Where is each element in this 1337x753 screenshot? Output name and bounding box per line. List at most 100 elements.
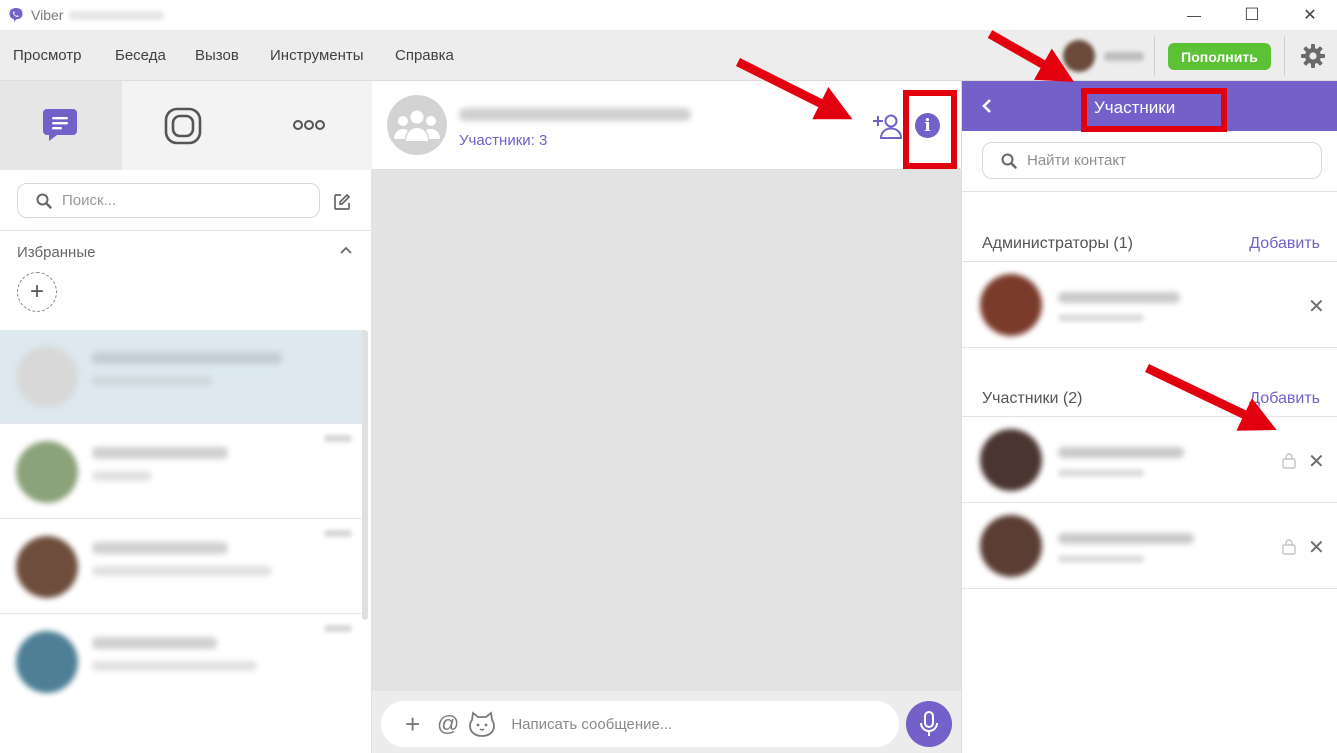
add-participant-icon[interactable] [871, 112, 903, 140]
favorites-label: Избранные [17, 244, 96, 261]
minimize-icon: — [1187, 7, 1201, 23]
maximize-button[interactable]: ☐ [1222, 0, 1282, 30]
sticker-icon[interactable] [469, 711, 496, 737]
gear-icon[interactable] [1299, 42, 1327, 70]
chat-list-item[interactable] [0, 615, 366, 709]
tab-chats[interactable] [0, 81, 122, 170]
chat-avatar [16, 631, 78, 693]
member-name-blurred [1058, 533, 1194, 544]
more-dots-icon [293, 120, 325, 130]
remove-member-icon[interactable]: ✕ [1308, 535, 1325, 560]
member-avatar [980, 429, 1042, 491]
chat-name-blurred [92, 447, 228, 459]
group-icon [394, 110, 440, 141]
divider [962, 191, 1337, 192]
account-name-blurred [1104, 52, 1144, 61]
group-avatar[interactable] [387, 95, 447, 155]
minimize-button[interactable]: — [1164, 0, 1224, 30]
public-accounts-icon [164, 107, 202, 145]
member-name-blurred [1058, 447, 1184, 458]
app-title: Viber [31, 7, 64, 23]
chat-name-blurred [92, 637, 217, 649]
menu-divider [1284, 36, 1285, 76]
left-tabs [0, 81, 372, 170]
admins-section-title: Администраторы (1) [982, 235, 1133, 252]
topup-button[interactable]: Пополнить [1168, 43, 1271, 70]
participants-panel: Участники Найти контакт Администраторы (… [961, 81, 1337, 753]
chat-list-item[interactable] [0, 330, 366, 424]
search-icon [36, 193, 52, 209]
menu-divider [1154, 36, 1155, 76]
member-name-blurred [1058, 292, 1180, 303]
remove-member-icon[interactable]: ✕ [1308, 449, 1325, 474]
menu-view[interactable]: Просмотр [13, 47, 82, 64]
member-row[interactable]: ✕ [962, 503, 1337, 589]
mention-icon[interactable]: @ [437, 711, 459, 737]
chat-preview-blurred [92, 661, 257, 671]
left-panel: Поиск... Избранные + [0, 81, 372, 753]
close-icon: ✕ [1303, 7, 1317, 24]
chat-avatar [16, 441, 78, 503]
message-compose-bar: + @ Написать сообщение... [372, 691, 961, 753]
lock-icon[interactable] [1282, 538, 1296, 555]
conversation-panel: Участники: 3 i + @ Написать сообщение... [372, 81, 961, 753]
chat-avatar [16, 346, 78, 408]
menu-conversation[interactable]: Беседа [115, 47, 166, 64]
compose-icon[interactable] [333, 193, 351, 211]
menu-help[interactable]: Справка [395, 47, 454, 64]
microphone-icon [920, 711, 938, 736]
chat-list-item[interactable] [0, 520, 366, 614]
chat-bubble-icon [43, 109, 77, 141]
conversation-header: Участники: 3 i [372, 81, 961, 170]
chat-name-blurred [92, 542, 228, 554]
find-contact-placeholder: Найти контакт [1027, 152, 1126, 169]
chat-preview-blurred [92, 376, 212, 386]
member-status-blurred [1058, 555, 1144, 563]
chat-time-blurred [324, 530, 352, 537]
search-placeholder: Поиск... [62, 192, 117, 209]
voice-message-button[interactable] [906, 701, 952, 747]
lock-icon[interactable] [1282, 452, 1296, 469]
title-bar: Viber — ☐ ✕ [0, 0, 1337, 30]
member-status-blurred [1058, 314, 1144, 322]
search-icon [1001, 153, 1017, 169]
message-placeholder: Написать сообщение... [511, 715, 673, 733]
account-avatar[interactable] [1063, 40, 1095, 72]
add-favorite-button[interactable]: + [17, 272, 57, 312]
chat-list-item[interactable] [0, 425, 366, 519]
chat-preview-blurred [92, 566, 272, 576]
maximize-icon: ☐ [1244, 5, 1260, 24]
chat-list-scrollbar[interactable] [362, 330, 368, 620]
members-section-title: Участники (2) [982, 390, 1083, 407]
chat-name-blurred [92, 352, 282, 364]
viber-window: Viber — ☐ ✕ Просмотр Беседа Вызов Инстру… [0, 0, 1337, 753]
viber-logo-icon [9, 8, 23, 22]
member-avatar [980, 274, 1042, 336]
add-admin-link[interactable]: Добавить [1249, 235, 1320, 253]
member-row[interactable]: ✕ [962, 417, 1337, 503]
chat-search-input[interactable]: Поиск... [17, 183, 320, 218]
participants-count[interactable]: Участники: 3 [459, 132, 547, 149]
chat-avatar [16, 536, 78, 598]
back-arrow-icon[interactable] [978, 95, 996, 117]
admin-member-row[interactable]: ✕ [962, 262, 1337, 348]
add-member-link[interactable]: Добавить [1249, 390, 1320, 408]
chat-preview-blurred [92, 471, 152, 481]
menu-tools[interactable]: Инструменты [270, 47, 364, 64]
highlight-box [1081, 88, 1227, 132]
message-input[interactable]: + @ Написать сообщение... [381, 701, 899, 747]
member-status-blurred [1058, 469, 1144, 477]
window-title-blurred [69, 10, 165, 20]
find-contact-input[interactable]: Найти контакт [982, 142, 1322, 179]
tab-more[interactable] [246, 81, 372, 170]
remove-member-icon[interactable]: ✕ [1308, 294, 1325, 319]
plus-icon[interactable]: + [405, 709, 427, 740]
member-avatar [980, 515, 1042, 577]
close-window-button[interactable]: ✕ [1280, 0, 1337, 30]
group-title-blurred [459, 108, 691, 121]
tab-public[interactable] [122, 81, 246, 170]
divider [0, 230, 372, 231]
chevron-up-icon[interactable] [339, 243, 353, 257]
menu-call[interactable]: Вызов [195, 47, 239, 64]
chat-time-blurred [324, 625, 352, 632]
